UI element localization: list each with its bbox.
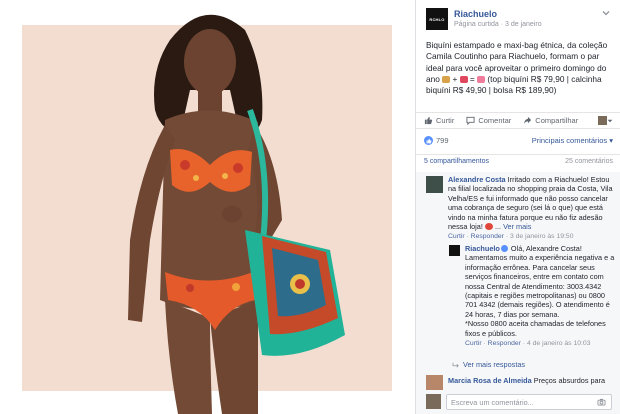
comment-text: Preços absurdos para (531, 376, 606, 385)
post-date-link[interactable]: 3 de janeiro (505, 21, 542, 28)
caret-down-icon (607, 119, 613, 122)
reply-meta: Curtir · Responder · 4 de janeiro às 10:… (465, 340, 591, 348)
reply-author[interactable]: Riachuelo (465, 244, 500, 253)
heart-emoji-icon (477, 75, 486, 83)
plus-sign: + (450, 73, 460, 84)
commenter-avatar[interactable] (426, 176, 443, 193)
reply-reply-link[interactable]: Responder (488, 340, 521, 347)
page-avatar-text: RCHLO (429, 16, 445, 22)
more-replies-label: Ver mais respostas (463, 360, 526, 369)
comment-item: Marcia Rosa de Almeida Preços absurdos p… (448, 376, 614, 385)
page-avatar[interactable]: RCHLO (426, 8, 448, 30)
angry-emoji-icon (484, 223, 493, 231)
thumbs-up-icon (424, 116, 433, 125)
viewer-avatar (598, 116, 607, 125)
post-photo[interactable] (0, 0, 415, 414)
page-liked-label: Página curtida (454, 21, 499, 28)
comment-button[interactable]: Comentar (466, 116, 511, 125)
comment-author[interactable]: Marcia Rosa de Almeida (448, 376, 532, 385)
share-button[interactable]: Compartilhar (523, 116, 578, 125)
chevron-down-icon[interactable] (601, 8, 611, 18)
reply-item: Riachuelo Olá, Alexandre Costa! Lamentam… (465, 244, 615, 348)
reply-like-link[interactable]: Curtir (465, 340, 482, 347)
comment-like-link[interactable]: Curtir (448, 233, 465, 240)
counts-row: 5 compartilhamentos 25 comentários (416, 154, 620, 167)
reply-date[interactable]: 4 de janeiro às 10:03 (527, 340, 591, 347)
equals-sign: = (467, 73, 478, 84)
share-icon (524, 116, 532, 125)
comment-author[interactable]: Alexandre Costa (448, 175, 506, 184)
photo-viewer: RCHLO Riachuelo Página curtida · 3 de ja… (0, 0, 620, 414)
comment-icon (466, 116, 475, 125)
post-header: RCHLO Riachuelo Página curtida · 3 de ja… (416, 0, 620, 34)
like-count-value: 799 (436, 136, 449, 145)
comment-order-label: Principais comentários (531, 136, 608, 145)
post-as-selector[interactable] (598, 116, 613, 125)
comment-composer: Escreva um comentário... (416, 390, 620, 414)
reply-avatar[interactable] (449, 245, 460, 256)
more-replies-link[interactable]: Ver mais respostas (452, 360, 525, 369)
like-count[interactable]: 799 (424, 136, 449, 145)
camera-icon[interactable] (597, 398, 606, 406)
caret-down-icon: ▾ (609, 136, 613, 145)
comment-body: Alexandre Costa Irritado com a Riachuelo… (448, 175, 613, 232)
model-illustration (128, 14, 345, 414)
shares-link[interactable]: 5 compartilhamentos (424, 158, 489, 167)
comment-item: Alexandre Costa Irritado com a Riachuelo… (448, 175, 614, 242)
comment-meta: Curtir · Responder · 3 de janeiro às 19:… (448, 233, 574, 241)
comment-date[interactable]: 3 de janeiro às 19:50 (510, 233, 574, 240)
reply-body: Riachuelo Olá, Alexandre Costa! Lamentam… (465, 244, 615, 338)
reply-arrow-icon (452, 362, 459, 368)
comment-reply-link[interactable]: Responder (471, 233, 504, 240)
comment-label: Comentar (478, 116, 512, 125)
like-button[interactable]: Curtir (424, 116, 454, 125)
post-side-panel: RCHLO Riachuelo Página curtida · 3 de ja… (415, 0, 620, 414)
like-label: Curtir (436, 116, 455, 125)
viewer-avatar (426, 394, 441, 409)
post-meta: Página curtida · 3 de janeiro (454, 21, 542, 28)
like-badge-icon (424, 136, 433, 145)
page-name-link[interactable]: Riachuelo (454, 9, 497, 19)
verified-badge-icon (500, 245, 508, 252)
bikini-emoji-icon (442, 75, 451, 83)
comment-input-placeholder: Escreva um comentário... (451, 398, 534, 407)
see-more-link[interactable]: Ver mais (503, 222, 531, 231)
share-label: Compartilhar (535, 116, 579, 125)
reply-text: Olá, Alexandre Costa! Lamentamos muito a… (465, 244, 615, 319)
comments-list: Alexandre Costa Irritado com a Riachuelo… (416, 172, 620, 414)
comment-input[interactable]: Escreva um comentário... (446, 394, 612, 410)
reply-note: *Nosso 0800 aceita chamadas de telefones… (465, 319, 606, 338)
comments-count: 25 comentários (565, 158, 613, 165)
reactions-row: 799 Principais comentários ▾ (416, 133, 620, 148)
comment-order-selector[interactable]: Principais comentários ▾ (532, 136, 613, 145)
action-bar: Curtir Comentar Compartilhar (416, 112, 620, 129)
bag-emoji-icon (459, 75, 468, 83)
